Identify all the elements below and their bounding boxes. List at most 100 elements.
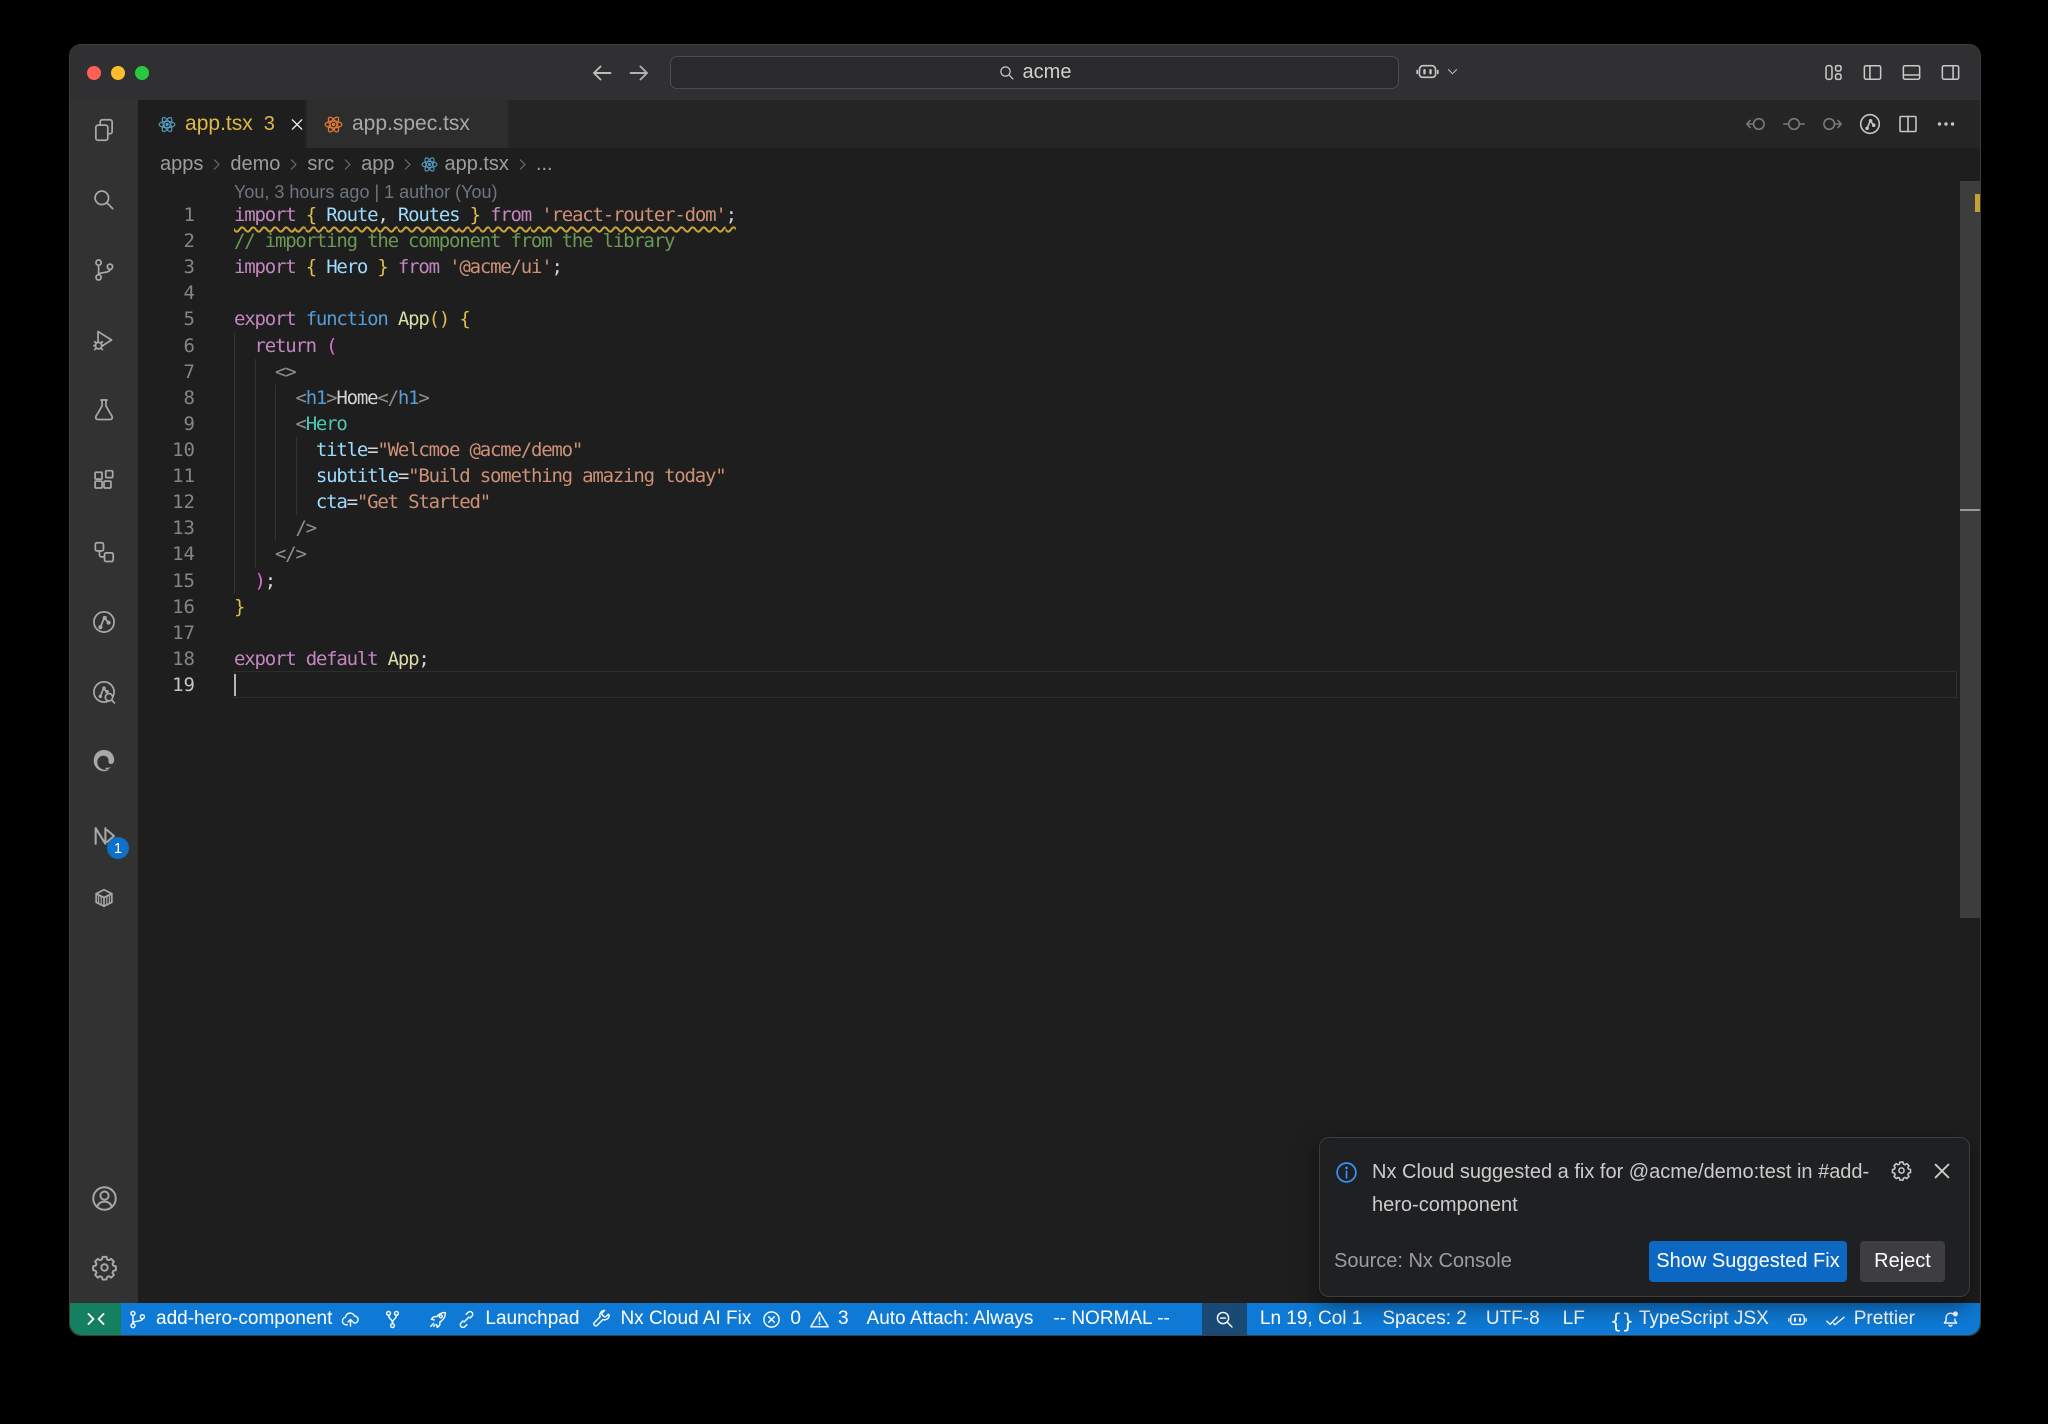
toggle-secondary-sidebar-icon[interactable] xyxy=(1939,61,1962,84)
next-change-icon[interactable] xyxy=(1820,112,1844,136)
activity-bar-item-extensions[interactable] xyxy=(70,456,138,504)
activity-bar-item-run-debug[interactable] xyxy=(70,316,138,364)
status-item-copilot-status[interactable] xyxy=(1787,1309,1808,1330)
activity-bar-item-containers[interactable] xyxy=(70,874,138,922)
code-line-2[interactable]: 2 // importing the component from the lib… xyxy=(138,228,1980,254)
remote-indicator[interactable] xyxy=(70,1303,121,1335)
more-actions-icon[interactable] xyxy=(1934,112,1958,136)
status-item-notifications[interactable] xyxy=(1940,1309,1961,1330)
activity-bar-item-account[interactable] xyxy=(70,1174,138,1222)
chevron-right-icon xyxy=(208,156,225,173)
breadcrumb-item[interactable]: src xyxy=(307,153,334,176)
line-number: 5 xyxy=(183,308,195,331)
current-change-icon[interactable] xyxy=(1782,112,1806,136)
activity-bar-item-explorer[interactable] xyxy=(70,106,138,154)
status-item-zoom[interactable] xyxy=(1201,1303,1247,1335)
code-line-12[interactable]: 12 cta="Get Started" xyxy=(138,489,1980,515)
copilot-menu[interactable] xyxy=(1415,59,1460,84)
code-line-18[interactable]: 18 export default App; xyxy=(138,646,1980,672)
activity-bar-item-settings[interactable] xyxy=(70,1243,138,1291)
editor-actions xyxy=(1744,100,1980,148)
breadcrumb-item[interactable]: app.tsx xyxy=(444,153,508,176)
copilot-icon xyxy=(1415,59,1440,84)
editor-scrollbar[interactable] xyxy=(1960,181,1980,918)
code-line-5[interactable]: 5 export function App() { xyxy=(138,306,1980,332)
activity-bar-item-source-control[interactable] xyxy=(70,246,138,294)
notification-configure-icon[interactable] xyxy=(1890,1159,1913,1182)
toggle-panel-icon[interactable] xyxy=(1900,61,1923,84)
commit-graph-circle-icon[interactable] xyxy=(1858,112,1882,136)
code-line-6[interactable]: 6 return ( xyxy=(138,333,1980,359)
code-line-1[interactable]: 1 import { Route, Routes } from 'react-ro… xyxy=(138,202,1980,228)
code-line-15[interactable]: 15 ); xyxy=(138,568,1980,594)
status-item-nx-cloud-fix[interactable]: Nx Cloud AI Fix xyxy=(591,1308,751,1330)
status-item-branch[interactable]: add-hero-component xyxy=(127,1308,361,1330)
previous-change-icon[interactable] xyxy=(1744,112,1768,136)
line-number: 10 xyxy=(172,438,195,461)
code-line-3[interactable]: 3 import { Hero } from '@acme/ui'; xyxy=(138,254,1980,280)
code-line-9[interactable]: 9 <Hero xyxy=(138,411,1980,437)
zoom-window-button[interactable] xyxy=(135,66,149,80)
activity-bar-item-nx-console[interactable]: 1 xyxy=(70,812,138,860)
reject-button[interactable]: Reject xyxy=(1860,1241,1945,1282)
status-item-language-mode[interactable]: {} TypeScript JSX xyxy=(1610,1308,1769,1333)
activity-bar-item-project-structure[interactable] xyxy=(70,528,138,576)
tab-app-spec-tsx[interactable]: app.spec.tsx xyxy=(307,100,508,148)
activity-bar: 1 xyxy=(70,100,138,1303)
status-item-cursor-position[interactable]: Ln 19, Col 1 xyxy=(1260,1308,1362,1330)
code-line-14[interactable]: 14 </> xyxy=(138,541,1980,567)
tab-label: app.tsx xyxy=(185,112,253,135)
activity-bar-item-search[interactable] xyxy=(70,176,138,224)
status-item-eol[interactable]: LF xyxy=(1563,1308,1585,1330)
code-line-13[interactable]: 13 /> xyxy=(138,515,1980,541)
code-line-16[interactable]: 16} xyxy=(138,594,1980,620)
line-number: 13 xyxy=(172,517,195,540)
breadcrumbs: apps demo src app app.tsx... xyxy=(138,148,1980,181)
account-icon xyxy=(90,1184,119,1213)
status-item-problems[interactable]: 03 xyxy=(761,1308,849,1330)
close-tab-icon[interactable] xyxy=(289,116,305,133)
code-line-17[interactable]: 17 xyxy=(138,620,1980,646)
code-line-7[interactable]: 7 <> xyxy=(138,359,1980,385)
line-number: 17 xyxy=(172,621,195,644)
indent-guide xyxy=(234,332,235,594)
split-editor-icon[interactable] xyxy=(1896,112,1920,136)
code-line-8[interactable]: 8 <h1>Home</h1> xyxy=(138,385,1980,411)
status-item-encoding[interactable]: UTF-8 xyxy=(1486,1308,1540,1330)
chevron-right-icon xyxy=(514,156,531,173)
status-label: add-hero-component xyxy=(156,1308,333,1329)
breadcrumb-item[interactable]: apps xyxy=(160,153,203,176)
navigate-back-icon[interactable] xyxy=(590,61,614,85)
toggle-primary-sidebar-icon[interactable] xyxy=(1861,61,1884,84)
code-line-11[interactable]: 11 subtitle="Build something amazing tod… xyxy=(138,463,1980,489)
activity-bar-item-graph-search[interactable] xyxy=(70,668,138,716)
navigate-forward-icon[interactable] xyxy=(627,61,651,85)
code-line-4[interactable]: 4 xyxy=(138,280,1980,306)
command-center-search[interactable]: acme xyxy=(670,56,1399,89)
breadcrumb-item[interactable]: demo xyxy=(230,153,280,176)
status-item-formatter[interactable]: Prettier xyxy=(1825,1308,1915,1330)
double-check-icon xyxy=(1825,1309,1846,1330)
code-line-10[interactable]: 10 title="Welcmoe @acme/demo" xyxy=(138,437,1980,463)
minimize-window-button[interactable] xyxy=(111,66,125,80)
status-item-vim-mode[interactable]: -- NORMAL -- xyxy=(1053,1308,1169,1330)
activity-bar-item-testing[interactable] xyxy=(70,386,138,434)
status-item-graph[interactable] xyxy=(382,1309,403,1330)
close-window-button[interactable] xyxy=(87,66,101,80)
customize-layout-icon[interactable] xyxy=(1822,61,1845,84)
notification-close-icon[interactable] xyxy=(1931,1160,1953,1182)
status-item-launchpad[interactable]: Launchpad xyxy=(427,1308,579,1330)
editor[interactable]: You, 3 hours ago | 1 author (You) 1 impor… xyxy=(138,181,1980,1303)
status-item-auto-attach[interactable]: Auto Attach: Always xyxy=(867,1308,1034,1330)
copilot-icon xyxy=(1787,1309,1808,1330)
activity-bar-item-commit-graph[interactable] xyxy=(70,598,138,646)
status-item-indentation[interactable]: Spaces: 2 xyxy=(1382,1308,1467,1330)
breadcrumb-item[interactable]: app xyxy=(361,153,394,176)
tab-app-tsx[interactable]: app.tsx 3 xyxy=(138,100,305,148)
show-suggested-fix-button[interactable]: Show Suggested Fix xyxy=(1649,1241,1847,1282)
extensions-icon xyxy=(91,467,117,493)
link-icon xyxy=(456,1309,477,1330)
activity-bar-item-edge-devtools[interactable] xyxy=(70,736,138,784)
breadcrumb-item[interactable]: ... xyxy=(536,153,553,176)
line-number: 2 xyxy=(183,230,195,253)
